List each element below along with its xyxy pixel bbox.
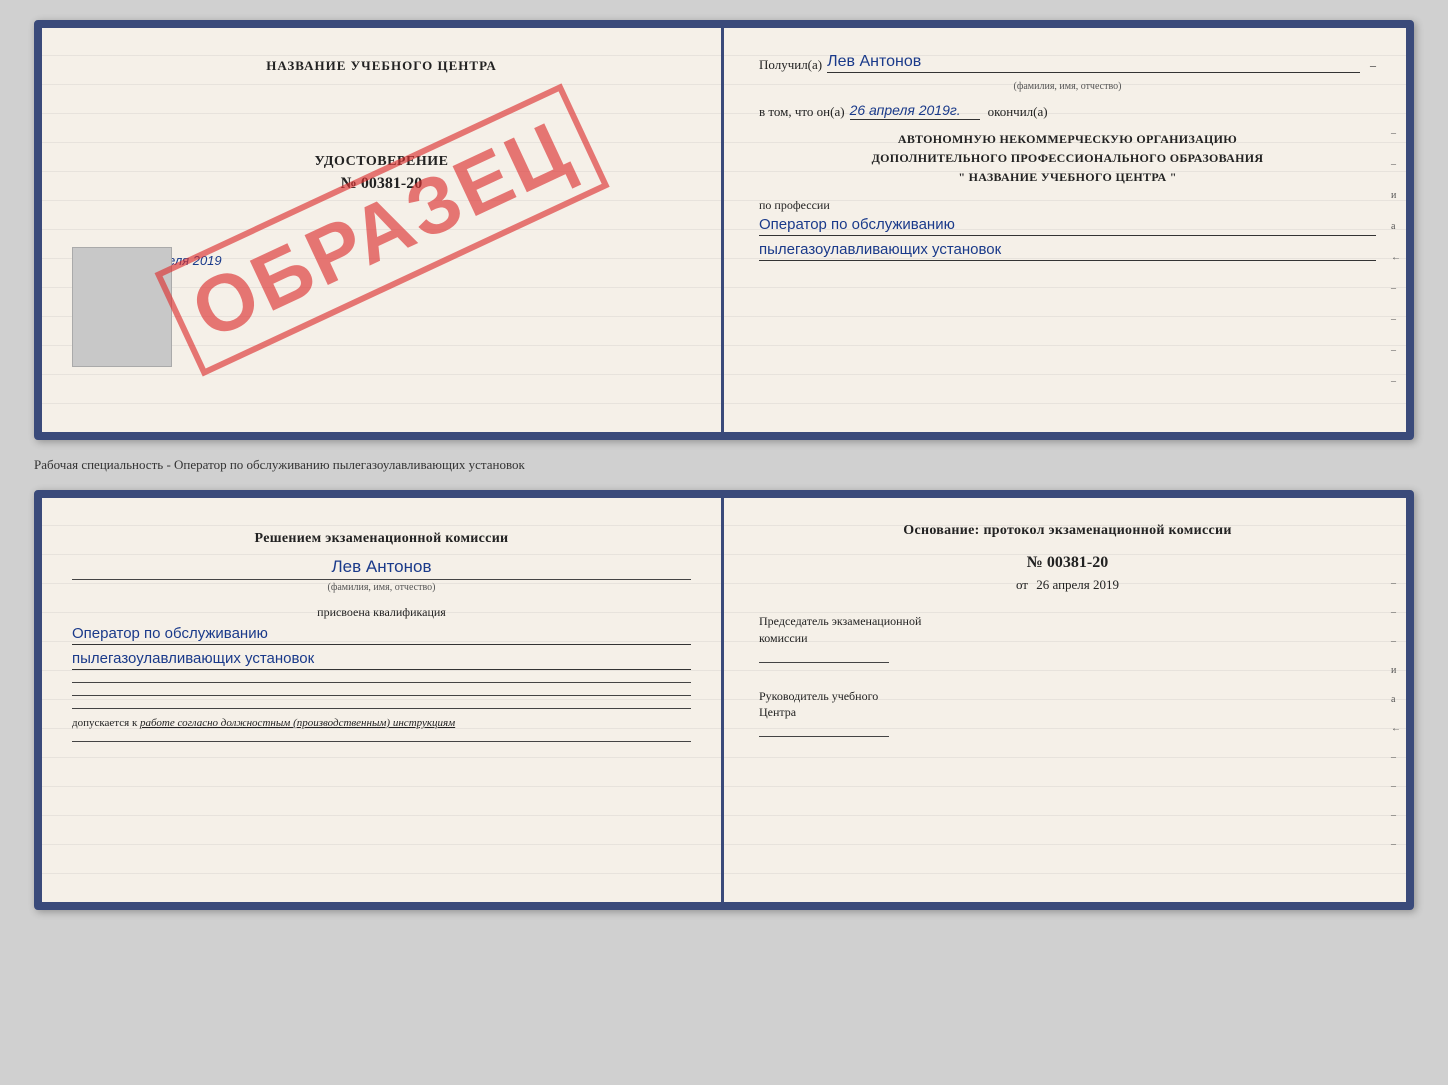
protocol-date: от 26 апреля 2019	[759, 577, 1376, 593]
допускается-row: допускается к работе согласно должностны…	[72, 717, 691, 729]
obrazets-watermark: ОБРАЗЕЦ	[154, 84, 609, 377]
fio-sub-label: (фамилия, имя, отчество)	[759, 81, 1376, 92]
chairman-label: Председатель экзаменационной комиссии	[759, 613, 1376, 647]
separator-text: Рабочая специальность - Оператор по обсл…	[34, 452, 1414, 478]
vydano-row: Выдано 26 апреля 2019	[82, 253, 691, 269]
diploma-left-page: НАЗВАНИЕ УЧЕБНОГО ЦЕНТРА ОБРАЗЕЦ УДОСТОВ…	[42, 28, 724, 432]
poluchil-value: Лев Антонов	[827, 53, 1360, 73]
poluchil-label: Получил(a)	[759, 57, 822, 73]
diploma-bottom-spread: Решением экзаменационной комиссии Лев Ан…	[34, 490, 1414, 910]
vtom-date: 26 апреля 2019г.	[850, 102, 980, 120]
osnovaniye-title: Основание: протокол экзаменационной коми…	[759, 523, 1376, 539]
blank-line-4	[72, 741, 691, 742]
допускается-value: работе согласно должностным (производств…	[140, 717, 455, 729]
bottom-right-page: Основание: протокол экзаменационной коми…	[724, 498, 1406, 902]
org-line1: АВТОНОМНУЮ НЕКОММЕРЧЕСКУЮ ОРГАНИЗАЦИЮ	[759, 130, 1376, 149]
blank-line-2	[72, 695, 691, 696]
side-marks-top: – – и а ← – – – –	[1391, 128, 1401, 387]
blank-line-1	[72, 682, 691, 683]
protocol-number: № 00381-20	[759, 554, 1376, 572]
commission-name-sub: (фамилия, имя, отчество)	[72, 579, 691, 593]
commission-name: Лев Антонов	[72, 557, 691, 577]
ot-date: 26 апреля 2019	[1036, 577, 1119, 592]
profession-line1: Оператор по обслуживанию	[759, 216, 1376, 236]
commission-title: Решением экзаменационной комиссии	[72, 528, 691, 549]
rukovoditel-block: Руководитель учебного Центра	[759, 688, 1376, 738]
ot-label: от	[1016, 577, 1028, 592]
chairman-signature-line	[759, 662, 889, 663]
rukovoditel-label: Руководитель учебного Центра	[759, 688, 1376, 722]
rukovoditel-signature-line	[759, 736, 889, 737]
profession-line2: пылегазоулавливающих установок	[759, 241, 1376, 261]
org-line2: ДОПОЛНИТЕЛЬНОГО ПРОФЕССИОНАЛЬНОГО ОБРАЗО…	[759, 149, 1376, 168]
qual-line1: Оператор по обслуживанию	[72, 625, 691, 645]
blank-line-3	[72, 708, 691, 709]
assigned-text: присвоена квалификация	[72, 605, 691, 620]
udostoverenie-label: УДОСТОВЕРЕНИЕ	[72, 154, 691, 170]
photo-placeholder	[72, 247, 172, 367]
okonchil-label: окончил(а)	[988, 104, 1048, 120]
poluchil-row: Получил(a) Лев Антонов –	[759, 53, 1376, 73]
dash-after-fio: –	[1370, 58, 1376, 73]
org-block: АВТОНОМНУЮ НЕКОММЕРЧЕСКУЮ ОРГАНИЗАЦИЮ ДО…	[759, 130, 1376, 188]
document-container: НАЗВАНИЕ УЧЕБНОГО ЦЕНТРА ОБРАЗЕЦ УДОСТОВ…	[34, 20, 1414, 910]
qual-line2: пылегазоулавливающих установок	[72, 650, 691, 670]
vtom-label: в том, что он(а)	[759, 104, 845, 120]
diploma-right-page: Получил(a) Лев Антонов – (фамилия, имя, …	[724, 28, 1406, 432]
chairman-block: Председатель экзаменационной комиссии	[759, 613, 1376, 663]
left-title: НАЗВАНИЕ УЧЕБНОГО ЦЕНТРА	[72, 58, 691, 74]
bottom-left-page: Решением экзаменационной комиссии Лев Ан…	[42, 498, 724, 902]
vtom-row: в том, что он(а) 26 апреля 2019г. окончи…	[759, 102, 1376, 120]
diploma-top-spread: НАЗВАНИЕ УЧЕБНОГО ЦЕНТРА ОБРАЗЕЦ УДОСТОВ…	[34, 20, 1414, 440]
org-line3: " НАЗВАНИЕ УЧЕБНОГО ЦЕНТРА "	[759, 168, 1376, 187]
profession-label: по профессии	[759, 198, 1376, 213]
допускается-label: допускается к	[72, 717, 137, 729]
udostoverenie-nomer: № 00381-20	[72, 175, 691, 193]
side-marks-bottom: – – – и а ← – – – –	[1391, 578, 1401, 850]
